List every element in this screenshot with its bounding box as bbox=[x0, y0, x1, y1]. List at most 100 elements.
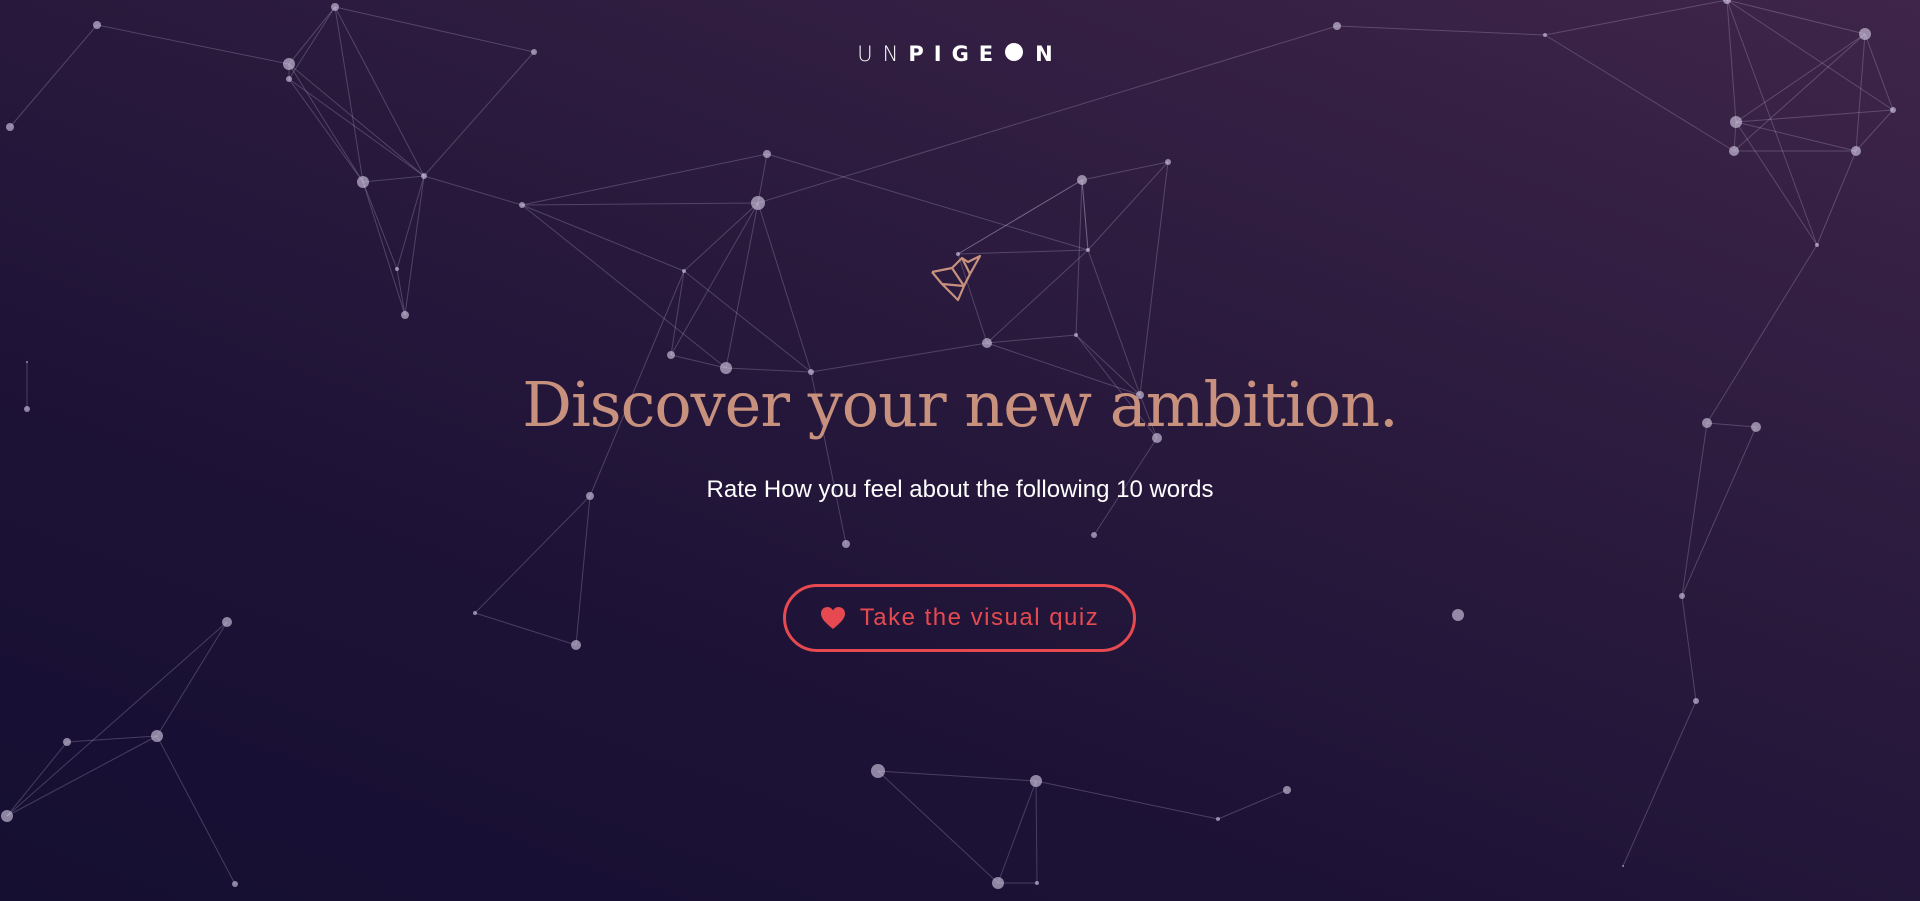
network-node bbox=[1030, 775, 1042, 787]
network-link bbox=[1622, 700, 1697, 867]
network-link bbox=[423, 51, 535, 177]
network-node bbox=[395, 267, 399, 271]
network-node bbox=[1543, 33, 1547, 37]
network-link bbox=[1816, 150, 1857, 246]
network-node bbox=[63, 738, 71, 746]
particle-network-background bbox=[1, 0, 1896, 889]
network-node bbox=[1679, 593, 1685, 599]
network-link bbox=[1735, 109, 1894, 123]
network-node bbox=[571, 640, 581, 650]
network-node bbox=[1, 810, 13, 822]
network-link bbox=[1735, 121, 1857, 152]
network-link bbox=[156, 735, 236, 885]
network-link bbox=[1735, 121, 1818, 246]
network-link bbox=[521, 202, 759, 206]
network-link bbox=[362, 181, 406, 316]
network-link bbox=[66, 735, 158, 743]
network-link bbox=[670, 202, 759, 356]
network-node bbox=[1283, 786, 1291, 794]
network-link bbox=[1681, 595, 1697, 702]
network-node bbox=[1859, 28, 1871, 40]
network-node bbox=[1091, 532, 1097, 538]
network-node bbox=[871, 764, 885, 778]
network-link bbox=[1336, 25, 1546, 36]
network-node bbox=[1077, 175, 1087, 185]
network-node bbox=[751, 196, 765, 210]
network-node bbox=[1086, 248, 1090, 252]
network-link bbox=[1075, 179, 1083, 336]
network-node bbox=[93, 21, 101, 29]
network-node bbox=[1890, 107, 1896, 113]
network-link bbox=[1035, 780, 1219, 820]
origami-bird-icon bbox=[931, 254, 982, 302]
network-node bbox=[1452, 609, 1464, 621]
take-visual-quiz-button[interactable]: Take the visual quiz bbox=[783, 584, 1136, 652]
network-link bbox=[1855, 109, 1894, 152]
network-node bbox=[1622, 865, 1624, 867]
network-link bbox=[986, 334, 1077, 344]
network-link bbox=[1681, 426, 1757, 597]
network-node bbox=[401, 311, 409, 319]
network-link bbox=[6, 741, 68, 817]
network-link bbox=[757, 153, 768, 204]
network-node bbox=[286, 76, 292, 82]
network-node bbox=[982, 338, 992, 348]
page-subtitle: Rate How you feel about the following 10… bbox=[706, 476, 1214, 503]
network-node bbox=[421, 173, 427, 179]
network-link bbox=[521, 153, 768, 206]
network-node bbox=[1729, 146, 1739, 156]
network-node bbox=[1851, 146, 1861, 156]
network-link bbox=[362, 175, 425, 183]
network-node bbox=[6, 123, 14, 131]
network-link bbox=[474, 495, 591, 614]
network-link bbox=[474, 612, 577, 646]
network-link bbox=[1139, 161, 1169, 396]
network-link bbox=[521, 204, 727, 369]
network-link bbox=[1081, 161, 1169, 181]
network-link bbox=[156, 621, 228, 737]
logo[interactable]: UNPIGE N bbox=[0, 41, 1920, 66]
network-node bbox=[473, 611, 477, 615]
network-node bbox=[1730, 116, 1742, 128]
network-link bbox=[1035, 780, 1038, 884]
network-node bbox=[222, 617, 232, 627]
network-node bbox=[682, 269, 686, 273]
network-link bbox=[1087, 161, 1169, 251]
network-node bbox=[1035, 881, 1039, 885]
network-node bbox=[519, 202, 525, 208]
network-node bbox=[1074, 333, 1078, 337]
heart-icon bbox=[820, 607, 845, 629]
network-link bbox=[362, 181, 398, 270]
network-link bbox=[6, 621, 228, 817]
network-link bbox=[757, 202, 812, 373]
network-node bbox=[1216, 817, 1220, 821]
network-node bbox=[232, 881, 238, 887]
logo-o-icon bbox=[1003, 42, 1035, 66]
network-link bbox=[670, 270, 685, 356]
network-link bbox=[404, 175, 425, 316]
network-link bbox=[997, 780, 1037, 884]
network-node bbox=[1693, 698, 1699, 704]
network-node bbox=[151, 730, 163, 742]
network-link bbox=[575, 495, 591, 646]
network-link bbox=[986, 249, 1089, 344]
network-node bbox=[1815, 243, 1819, 247]
network-link bbox=[683, 270, 812, 373]
network-node bbox=[357, 176, 369, 188]
network-link bbox=[1217, 789, 1288, 820]
network-link bbox=[396, 175, 425, 270]
logo-bold-end-text: N bbox=[1035, 42, 1063, 66]
network-link bbox=[288, 63, 425, 177]
page-title: Discover your new ambition. bbox=[522, 368, 1398, 441]
network-link bbox=[1726, 0, 1866, 35]
network-node bbox=[26, 361, 28, 363]
take-visual-quiz-label: Take the visual quiz bbox=[859, 604, 1100, 631]
network-link bbox=[766, 153, 1089, 251]
network-link bbox=[1544, 0, 1728, 36]
logo-light-text: UN bbox=[857, 42, 909, 66]
network-link bbox=[1681, 422, 1708, 597]
network-link bbox=[521, 204, 685, 272]
network-node bbox=[992, 877, 1004, 889]
network-link bbox=[288, 78, 425, 177]
network-node bbox=[1165, 159, 1171, 165]
